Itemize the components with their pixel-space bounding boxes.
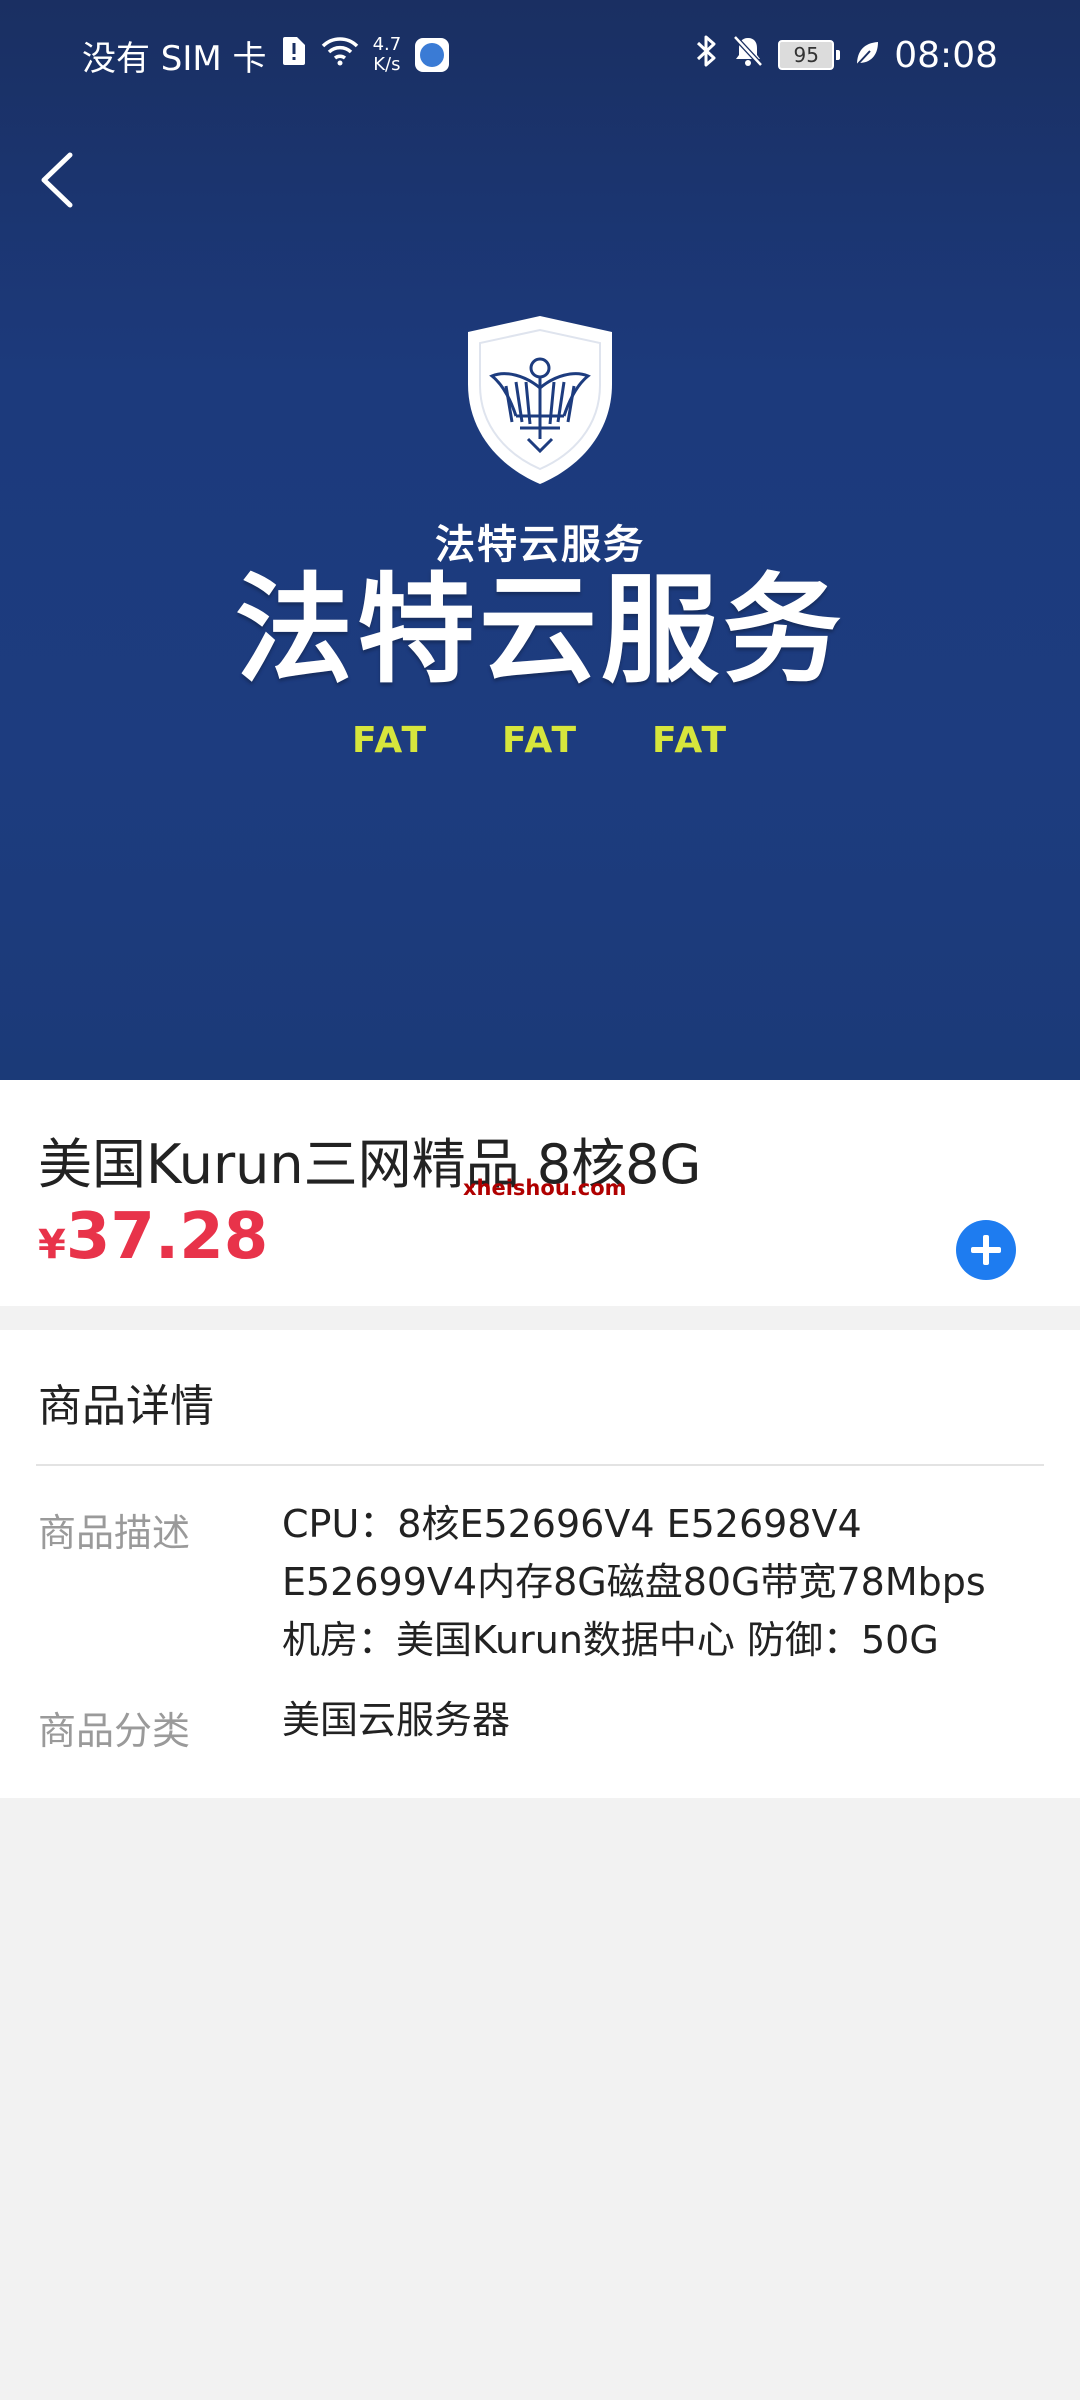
network-speed: 4.7 K/s [373, 35, 402, 75]
divider [36, 1464, 1044, 1466]
eagle-shield-logo [460, 310, 620, 490]
app-notification-icon [415, 38, 450, 72]
product-price: ¥37.28 [38, 1200, 268, 1274]
product-banner: 没有 SIM 卡 4.7 K/s 95 08:08 法特云服务 法特云服务 FA… [0, 0, 1080, 1080]
clock-time: 08:08 [894, 34, 998, 76]
carrier-label: 没有 SIM 卡 [82, 38, 267, 79]
description-value: CPU：8核E52696V4 E52698V4 E52699V4内存8G磁盘80… [282, 1495, 1042, 1669]
battery-indicator: 95 [778, 40, 841, 70]
currency-symbol: ¥ [38, 1222, 66, 1268]
category-label: 商品分类 [38, 1709, 191, 1753]
brand-tag: FAT [501, 720, 579, 761]
brand-name-large: 法特云服务 [234, 561, 845, 699]
speed-value: 4.7 [372, 34, 402, 55]
product-info-card: 美国Kurun三网精品 8核8G xheishou.com ¥37.28 [0, 1080, 1080, 1306]
description-line: 机房：美国Kurun数据中心 防御：50G [282, 1618, 939, 1662]
bluetooth-icon [694, 34, 718, 77]
bell-muted-icon [732, 34, 764, 77]
brand-tag: FAT [351, 720, 429, 761]
brand-tags: FAT FAT FAT [0, 720, 1080, 761]
speed-unit: K/s [373, 54, 401, 75]
add-to-cart-button[interactable] [956, 1220, 1016, 1280]
status-bar: 没有 SIM 卡 4.7 K/s 95 08:08 [0, 0, 1080, 110]
sim-alert-icon [281, 35, 307, 76]
wifi-icon [321, 35, 359, 75]
watermark-text: xheishou.com [463, 1176, 627, 1200]
battery-level: 95 [778, 40, 835, 70]
details-heading: 商品详情 [38, 1381, 214, 1432]
category-value: 美国云服务器 [282, 1698, 511, 1742]
description-line: E52699V4内存8G磁盘80G带宽78Mbps [282, 1560, 986, 1604]
description-label: 商品描述 [38, 1511, 191, 1555]
chevron-left-icon [41, 152, 73, 208]
back-button[interactable] [30, 145, 100, 215]
power-saving-leaf-icon [854, 35, 880, 76]
price-amount: 37.28 [65, 1200, 269, 1274]
product-details-card: 商品详情 商品描述 CPU：8核E52696V4 E52698V4 E52699… [0, 1330, 1080, 1798]
brand-tag: FAT [651, 720, 729, 761]
description-line: CPU：8核E52696V4 E52698V4 [282, 1502, 862, 1546]
